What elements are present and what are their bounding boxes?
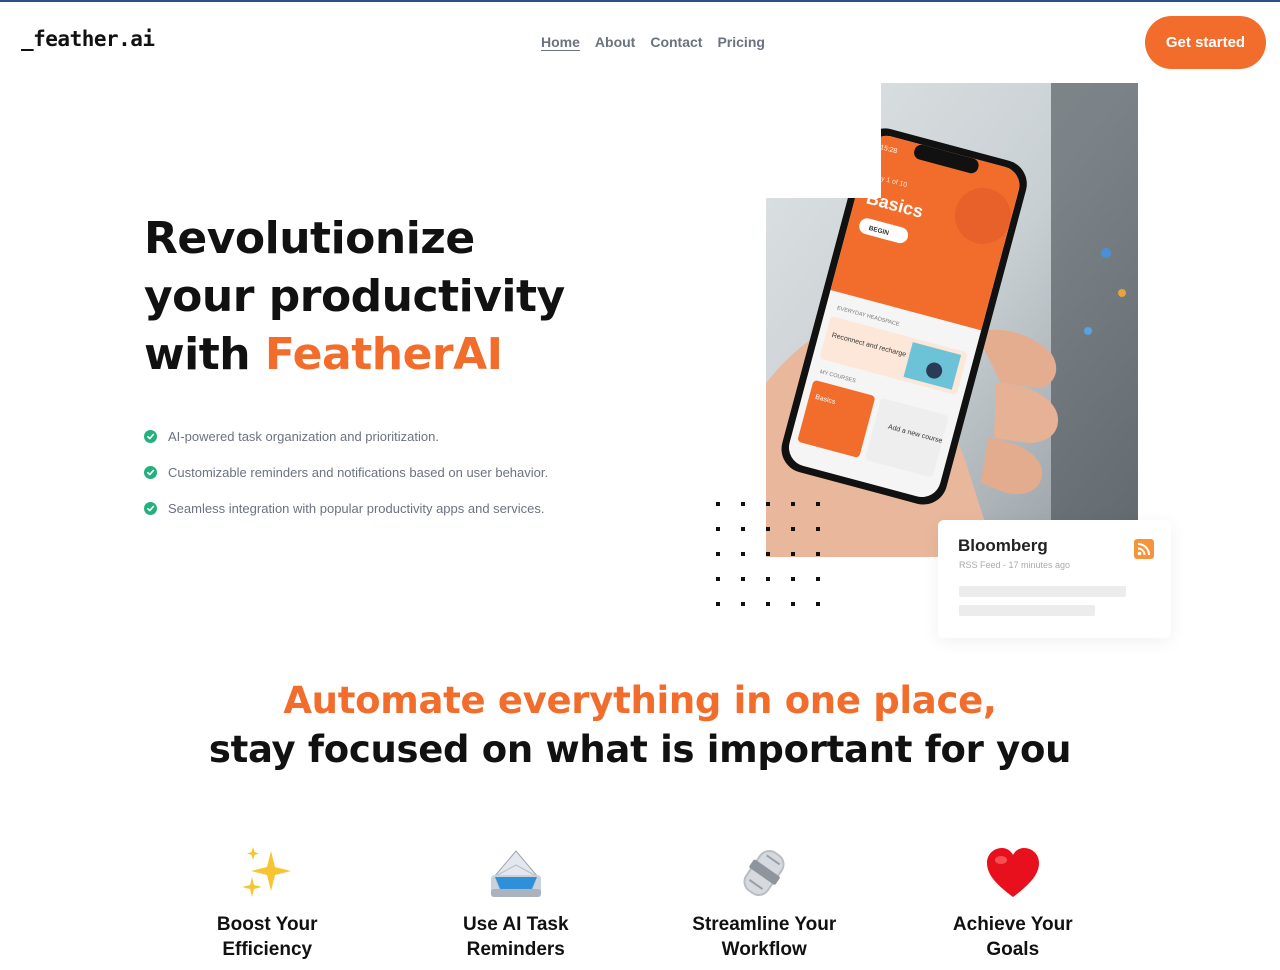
feature-card: Streamline Your Workflow [640, 840, 889, 962]
rss-card-title: Bloomberg [958, 536, 1048, 555]
check-circle-icon [144, 465, 157, 479]
section-headline-accent: Automate everything in one place, [283, 679, 997, 722]
hero-phone-photo: 15:28 Day 1 of 10 Basics BEGIN EVERYDAY … [766, 83, 1138, 557]
check-circle-icon [144, 429, 157, 443]
hero-title-line2: your productivity [144, 271, 565, 322]
nav-contact-link[interactable]: Contact [650, 34, 702, 50]
check-circle-icon [144, 501, 157, 515]
placeholder-line [959, 586, 1126, 597]
sparkles-icon [143, 840, 392, 906]
feature-card-title: Achieve Your Goals [952, 914, 1073, 960]
heart-icon [889, 840, 1138, 906]
decorative-dot-grid [716, 502, 820, 606]
rss-feed-card: Bloomberg RSS Feed - 17 minutes ago [938, 520, 1171, 638]
feature-card: Achieve Your Goals [889, 840, 1138, 962]
hero-title: Revolutionize your productivity with Fea… [144, 210, 565, 384]
hero-title-accent: FeatherAI [264, 329, 503, 380]
feature-text: Customizable reminders and notifications… [168, 464, 549, 480]
feature-list: AI-powered task organization and priorit… [144, 418, 548, 526]
feature-item: AI-powered task organization and priorit… [144, 418, 548, 454]
inbox-icon [392, 840, 641, 906]
feature-card-title: Boost Your Efficiency [216, 914, 318, 960]
placeholder-line [959, 605, 1095, 616]
get-started-button[interactable]: Get started [1145, 16, 1266, 69]
feature-card-title: Use AI Task Reminders [462, 914, 569, 960]
feature-item: Seamless integration with popular produc… [144, 490, 548, 526]
main-nav: Home About Contact Pricing [541, 34, 765, 50]
nav-about-link[interactable]: About [595, 34, 635, 50]
top-accent-line [0, 0, 1280, 2]
feature-text: AI-powered task organization and priorit… [168, 428, 439, 444]
feature-card: Boost Your Efficiency [143, 840, 392, 962]
feature-text: Seamless integration with popular produc… [168, 500, 545, 516]
feature-card: Use AI Task Reminders [392, 840, 641, 962]
nav-pricing-link[interactable]: Pricing [717, 34, 764, 50]
feature-card-title: Streamline Your Workflow [692, 914, 837, 960]
site-logo[interactable]: _feather.ai [21, 27, 155, 51]
section-headline: Automate everything in one place, stay f… [0, 676, 1280, 774]
rss-card-subtitle: RSS Feed - 17 minutes ago [959, 560, 1071, 570]
newspaper-icon [640, 840, 889, 906]
rss-icon [1134, 539, 1154, 559]
hero-title-line3-prefix: with [144, 329, 265, 380]
feature-item: Customizable reminders and notifications… [144, 454, 548, 490]
feature-cards: Boost Your Efficiency Use AI Task Remind… [143, 840, 1137, 962]
section-headline-rest: stay focused on what is important for yo… [208, 728, 1072, 771]
nav-home-link[interactable]: Home [541, 34, 580, 50]
hero-title-line1: Revolutionize [144, 213, 475, 264]
